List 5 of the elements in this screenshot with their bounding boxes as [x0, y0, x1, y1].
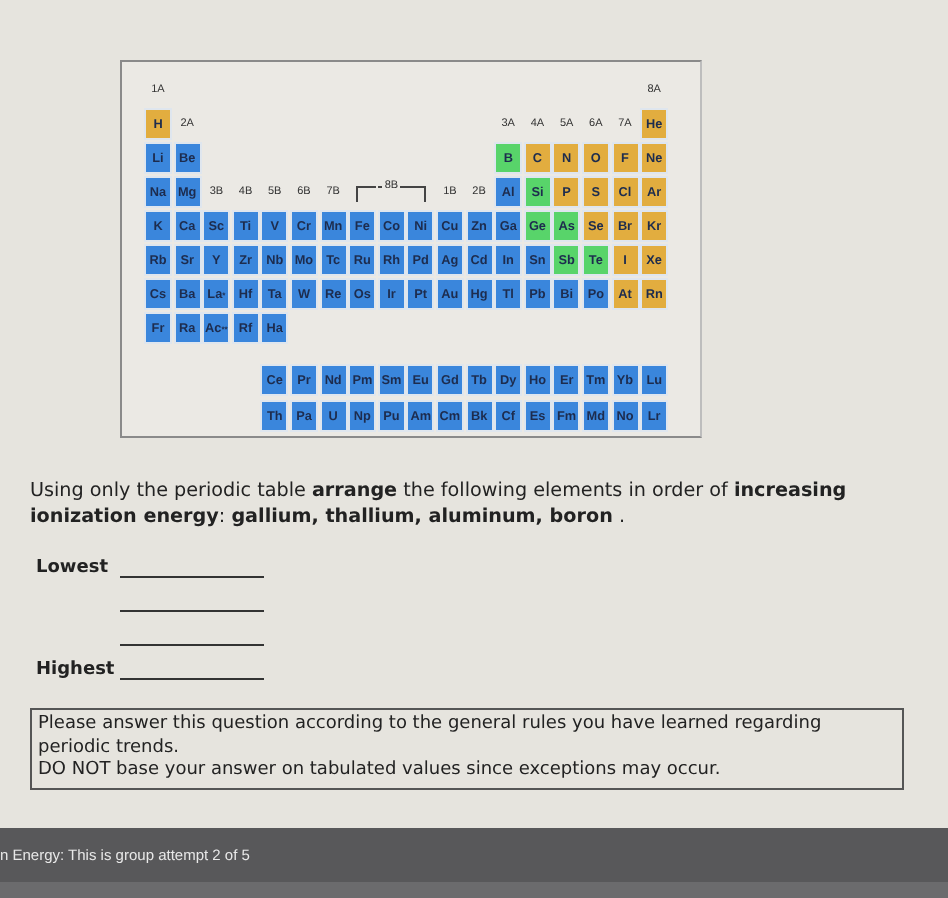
question-text: Using only the periodic table arrange the following elements in order of increasing ionization energy: gallium, thallium, aluminum, boron .: [30, 478, 849, 530]
note-text: DO NOT base your answer on tabulated values since exceptions may occur.: [38, 760, 723, 783]
note-text: Please answer this question according to the general rules you have learned regarding periodic trends.: [38, 714, 824, 760]
rank-label: Highest: [36, 660, 115, 680]
rank-label: Lowest: [36, 558, 108, 578]
